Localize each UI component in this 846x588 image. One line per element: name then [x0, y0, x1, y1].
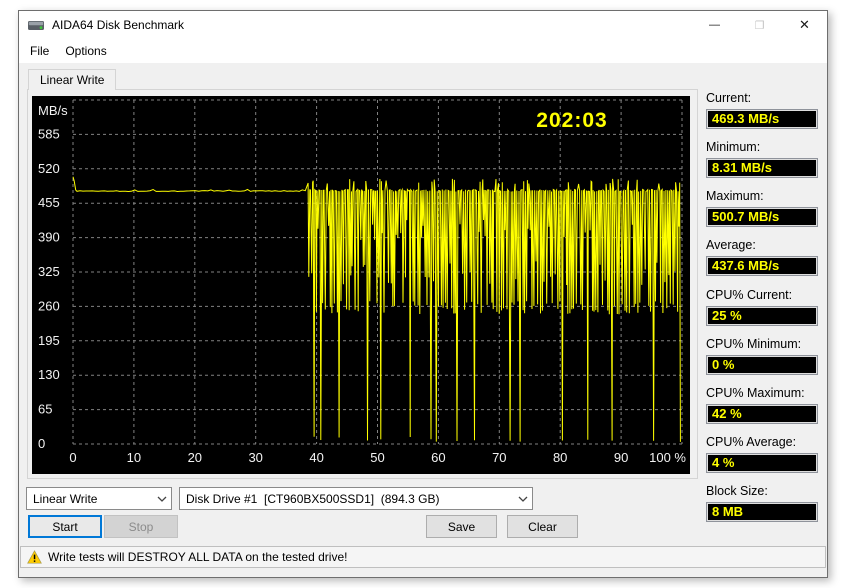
menu-bar: File Options [19, 39, 827, 63]
svg-text:20: 20 [188, 450, 202, 465]
stop-button: Stop [104, 515, 178, 538]
svg-text:10: 10 [127, 450, 141, 465]
stat-label: Current: [706, 91, 752, 105]
status-bar: Write tests will DESTROY ALL DATA on the… [20, 546, 826, 568]
svg-text:50: 50 [370, 450, 384, 465]
svg-text:390: 390 [38, 230, 60, 245]
stat-label: Maximum: [706, 189, 764, 203]
svg-text:65: 65 [38, 402, 52, 417]
stat-value-box: 500.7 MB/s [706, 207, 818, 227]
stat-group: CPU% Minimum: 0 % [706, 337, 818, 375]
test-type-value: Linear Write [33, 491, 98, 506]
stat-value-box: 8 MB [706, 502, 818, 522]
tab-label: Linear Write [40, 73, 105, 87]
chevron-down-icon [153, 488, 171, 509]
disk-drive-icon [28, 19, 45, 32]
stat-value-box: 0 % [706, 355, 818, 375]
menu-item-file[interactable]: File [22, 40, 57, 62]
stat-group: Block Size: 8 MB [706, 484, 818, 522]
svg-text:520: 520 [38, 161, 60, 176]
stat-label: CPU% Current: [706, 288, 793, 302]
svg-text:90: 90 [614, 450, 628, 465]
stat-label: CPU% Maximum: [706, 386, 805, 400]
title-bar: AIDA64 Disk Benchmark — ❐ ✕ [19, 11, 827, 39]
svg-text:585: 585 [38, 126, 60, 141]
stat-group: Maximum: 500.7 MB/s [706, 189, 818, 227]
stat-group: Minimum: 8.31 MB/s [706, 140, 818, 178]
elapsed-time: 202:03 [536, 109, 607, 132]
minimize-icon: — [709, 19, 720, 31]
close-button[interactable]: ✕ [782, 11, 827, 39]
stat-value-box: 469.3 MB/s [706, 109, 818, 129]
chevron-down-icon [514, 488, 532, 509]
svg-text:MB/s: MB/s [38, 103, 68, 118]
stat-group: CPU% Average: 4 % [706, 435, 818, 473]
stat-label: Block Size: [706, 484, 768, 498]
caption-buttons: — ❐ ✕ [692, 11, 827, 39]
stat-value-box: 42 % [706, 404, 818, 424]
svg-text:80: 80 [553, 450, 567, 465]
stat-label: Average: [706, 238, 756, 252]
stat-group: CPU% Current: 25 % [706, 288, 818, 326]
svg-text:195: 195 [38, 333, 60, 348]
svg-text:325: 325 [38, 264, 60, 279]
drive-select-value: Disk Drive #1 [CT960BX500SSD1] (894.3 GB… [186, 491, 440, 506]
benchmark-chart: 0 65 130 195 260 325 390 455 520 585 MB/s 0 10 20 30 40… [32, 96, 690, 474]
menu-item-options[interactable]: Options [57, 40, 114, 62]
warning-icon [27, 550, 42, 564]
save-button[interactable]: Save [426, 515, 497, 538]
stat-value-box: 8.31 MB/s [706, 158, 818, 178]
svg-text:30: 30 [248, 450, 262, 465]
start-button[interactable]: Start [28, 515, 102, 538]
minimize-button[interactable]: — [692, 11, 737, 39]
svg-text:0: 0 [38, 436, 45, 451]
app-window: AIDA64 Disk Benchmark — ❐ ✕ File Options … [18, 10, 828, 578]
svg-text:70: 70 [492, 450, 506, 465]
tab-linear-write[interactable]: Linear Write [28, 69, 117, 90]
stat-group: Average: 437.6 MB/s [706, 238, 818, 276]
stat-value-box: 4 % [706, 453, 818, 473]
svg-text:100 %: 100 % [649, 450, 686, 465]
stat-value-box: 437.6 MB/s [706, 256, 818, 276]
drive-select[interactable]: Disk Drive #1 [CT960BX500SSD1] (894.3 GB… [179, 487, 533, 510]
svg-text:455: 455 [38, 195, 60, 210]
svg-text:130: 130 [38, 367, 60, 382]
test-type-select[interactable]: Linear Write [26, 487, 172, 510]
stats-panel: Current: 469.3 MB/s Minimum: 8.31 MB/s Maxim… [706, 91, 818, 533]
status-message: Write tests will DESTROY ALL DATA on the… [48, 550, 348, 564]
svg-text:260: 260 [38, 298, 60, 313]
stat-label: CPU% Minimum: [706, 337, 802, 351]
window-title: AIDA64 Disk Benchmark [52, 18, 185, 32]
svg-text:40: 40 [309, 450, 323, 465]
stat-label: CPU% Average: [706, 435, 797, 449]
close-icon: ✕ [799, 17, 810, 32]
svg-text:0: 0 [69, 450, 76, 465]
stat-group: CPU% Maximum: 42 % [706, 386, 818, 424]
stat-value-box: 25 % [706, 306, 818, 326]
maximize-button: ❐ [737, 11, 782, 39]
clear-button[interactable]: Clear [507, 515, 578, 538]
svg-text:60: 60 [431, 450, 445, 465]
write-speed-line [72, 176, 681, 442]
stat-label: Minimum: [706, 140, 761, 154]
stat-group: Current: 469.3 MB/s [706, 91, 818, 129]
maximize-icon: ❐ [754, 19, 765, 32]
tab-page: 0 65 130 195 260 325 390 455 520 585 MB/s 0 10 20 30 40… [27, 89, 698, 479]
